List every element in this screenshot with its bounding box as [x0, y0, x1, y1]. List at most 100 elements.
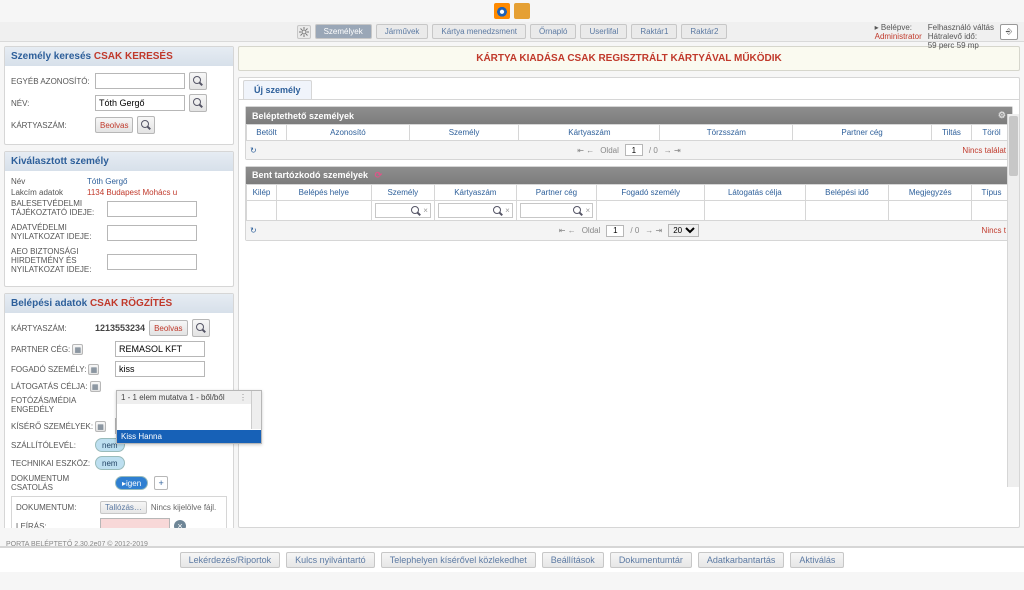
- entry-purpose-label: LÁTOGATÁS CÉLJA:▦: [11, 381, 111, 392]
- settings-icon[interactable]: [297, 25, 311, 39]
- filter-person[interactable]: ×: [375, 203, 431, 218]
- g1c1[interactable]: Azonosító: [287, 125, 410, 141]
- tech-toggle[interactable]: nem: [95, 456, 125, 470]
- sel-v-name: Tóth Gergő: [87, 177, 127, 186]
- logout-icon[interactable]: ⎆: [1000, 24, 1018, 40]
- lookup-icon[interactable]: ▦: [88, 364, 99, 375]
- g1c5[interactable]: Partner cég: [793, 125, 932, 141]
- g2c8[interactable]: Megjegyzés: [889, 185, 972, 201]
- nav-tab-raktar1[interactable]: Raktár1: [631, 24, 677, 39]
- field-label-other-id: EGYÉB AZONOSÍTÓ:: [11, 77, 91, 86]
- card-read-button[interactable]: Beolvas: [95, 117, 133, 133]
- g1c3[interactable]: Kártyaszám: [519, 125, 660, 141]
- magnifier-icon: [411, 206, 421, 216]
- g2c9[interactable]: Típus: [972, 185, 1012, 201]
- g1c7[interactable]: Töröl: [972, 125, 1012, 141]
- name-input[interactable]: [95, 95, 185, 111]
- lookup-icon[interactable]: ▦: [72, 344, 83, 355]
- other-id-input[interactable]: [95, 73, 185, 89]
- left-column: Személy keresés CSAK KERESÉS EGYÉB AZONO…: [4, 46, 234, 528]
- nav-tab-kartya[interactable]: Kártya menedzsment: [432, 24, 526, 39]
- nav-tab-szemelyek[interactable]: Személyek: [315, 24, 372, 39]
- g1c6[interactable]: Tiltás: [932, 125, 972, 141]
- grid2-refresh-icon[interactable]: ⟳: [375, 170, 383, 180]
- top-nav: Személyek Járművek Kártya menedzsment Őr…: [0, 22, 1024, 42]
- nav-tab-jarmuvek[interactable]: Járművek: [376, 24, 429, 39]
- entry-host-label: FOGADÓ SZEMÉLY:▦: [11, 364, 111, 375]
- footer-btn-settings[interactable]: Beállítások: [542, 552, 604, 568]
- desc-clear-button[interactable]: ×: [174, 520, 186, 528]
- grid2-filter-row: × × ×: [247, 201, 1012, 221]
- doc-toggle[interactable]: ▸ igen: [115, 476, 148, 490]
- search-title-a: Személy keresés: [11, 51, 91, 62]
- doc-add-button[interactable]: +: [154, 476, 168, 490]
- sel-multi-2-input[interactable]: [107, 254, 197, 270]
- footer-btn-docs[interactable]: Dokumentumtár: [610, 552, 692, 568]
- footer-btn-activate[interactable]: Aktiválás: [790, 552, 844, 568]
- remain-value: 59 perc 59 mp: [928, 42, 994, 51]
- entry-card-search-button[interactable]: [192, 319, 210, 337]
- filter-card[interactable]: ×: [438, 203, 513, 218]
- grid1-refresh-icon[interactable]: ↻: [250, 146, 257, 155]
- field-label-name: NÉV:: [11, 99, 91, 108]
- g2c6[interactable]: Látogatás célja: [705, 185, 805, 201]
- entry-doctitle: DOKUMENTUM:: [16, 503, 96, 512]
- footer-btn-maintain[interactable]: Adatkarbantartás: [698, 552, 785, 568]
- selected-person-panel: Kiválasztott személy NévTóth Gergő Lakcí…: [4, 151, 234, 287]
- sel-multi-0: BALESETVÉDELMI TÁJÉKOZTATÓ IDEJE:: [11, 199, 103, 217]
- footer-bar: Lekérdezés/Riportok Kulcs nyilvántartó T…: [0, 547, 1024, 572]
- g2c4[interactable]: Partner cég: [516, 185, 596, 201]
- user-name[interactable]: Administrator: [875, 33, 922, 42]
- entry-card-value: 1213553234: [95, 323, 145, 333]
- footer-btn-reports[interactable]: Lekérdezés/Riportok: [180, 552, 281, 568]
- footer-btn-keys[interactable]: Kulcs nyilvántartó: [286, 552, 375, 568]
- entry-read-button[interactable]: Beolvas: [149, 320, 187, 336]
- nav-tab-ornaplo[interactable]: Őrnapló: [530, 24, 576, 39]
- g2c7[interactable]: Belépési idő: [805, 185, 889, 201]
- host-input[interactable]: [115, 361, 205, 377]
- g1c2[interactable]: Személy: [409, 125, 518, 141]
- lookup-icon[interactable]: ▦: [90, 381, 101, 392]
- grid1-page-input[interactable]: [625, 144, 643, 156]
- other-id-search-button[interactable]: [189, 72, 207, 90]
- g1c0[interactable]: Betölt: [247, 125, 287, 141]
- grid1-gear-icon[interactable]: ⚙: [998, 110, 1006, 121]
- dropdown-count: 1 - 1 elem mutatva 1 - ből/ből: [121, 393, 225, 402]
- sel-multi-1-input[interactable]: [107, 225, 197, 241]
- footer-btn-escort[interactable]: Telephelyen kísérővel közlekedhet: [381, 552, 536, 568]
- entry-title-a: Belépési adatok: [11, 298, 87, 309]
- scrollbar-thumb[interactable]: [1009, 116, 1018, 176]
- partner-input[interactable]: [115, 341, 205, 357]
- dropdown-scrollbar[interactable]: [251, 391, 261, 429]
- nav-tab-userlifal[interactable]: Userlifal: [580, 24, 627, 39]
- g2c1[interactable]: Belépés helye: [277, 185, 372, 201]
- g2c5[interactable]: Fogadó személy: [597, 185, 705, 201]
- grid1-title: Beléptethető személyek: [252, 111, 354, 121]
- grid2-pagesize-select[interactable]: 20: [668, 224, 699, 237]
- grid-inside: Bent tartózkodó személyek ⟳ Kilép Belépé…: [245, 166, 1013, 241]
- lookup-icon[interactable]: ▦: [95, 421, 106, 432]
- tab-new-person[interactable]: Új személy: [243, 80, 312, 99]
- grid2-pager: ↻ ⇤ ← Oldal / 0 → ⇥ 20 Nincs t: [246, 221, 1012, 240]
- g1c4[interactable]: Törzsszám: [660, 125, 793, 141]
- grid2-page-input[interactable]: [606, 225, 624, 237]
- name-search-button[interactable]: [189, 94, 207, 112]
- sel-k-addr: Lakcím adatok: [11, 188, 81, 197]
- g2c0[interactable]: Kilép: [247, 185, 277, 201]
- browse-button[interactable]: Tallózás…: [100, 501, 147, 514]
- search-title-b: CSAK KERESÉS: [94, 51, 173, 62]
- card-search-button[interactable]: [137, 116, 155, 134]
- right-panel-scrollbar[interactable]: [1007, 114, 1019, 487]
- app-icon: [514, 3, 530, 19]
- nav-tab-raktar2[interactable]: Raktár2: [681, 24, 727, 39]
- person-search-panel: Személy keresés CSAK KERESÉS EGYÉB AZONO…: [4, 46, 234, 145]
- sel-multi-1: ADATVÉDELMI NYILATKOZAT IDEJE:: [11, 223, 103, 241]
- field-label-card: KÁRTYASZÁM:: [11, 121, 91, 130]
- g2c3[interactable]: Kártyaszám: [434, 185, 516, 201]
- sel-multi-0-input[interactable]: [107, 201, 197, 217]
- grid2-refresh-icon-2[interactable]: ↻: [250, 226, 257, 235]
- desc-input[interactable]: [100, 518, 170, 528]
- g2c2[interactable]: Személy: [371, 185, 434, 201]
- dropdown-option[interactable]: Kiss Hanna: [117, 430, 261, 443]
- filter-partner[interactable]: ×: [520, 203, 593, 218]
